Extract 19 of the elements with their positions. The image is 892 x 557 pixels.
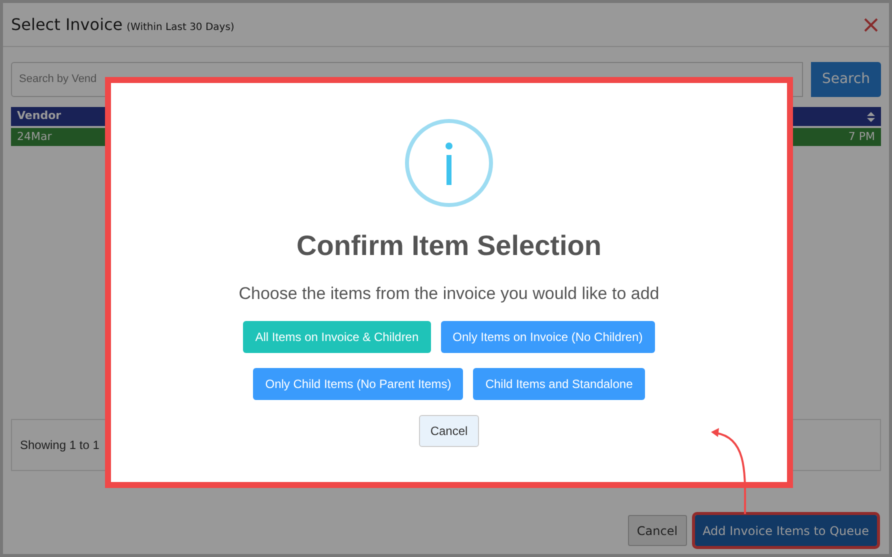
option-button[interactable]: Only Child Items (No Parent Items) xyxy=(253,368,464,400)
table-cell-text: 7 PM xyxy=(848,128,875,145)
sort-icon[interactable] xyxy=(867,112,875,122)
info-icon xyxy=(405,119,493,207)
column-header[interactable]: Vendor xyxy=(17,108,62,125)
option-button[interactable]: All Items on Invoice & Children xyxy=(243,320,431,352)
cancel-button[interactable]: Cancel xyxy=(419,414,479,446)
dialog-subtitle: (Within Last 30 Days) xyxy=(126,20,234,34)
search-button[interactable]: Search xyxy=(811,62,881,97)
modal-message: Choose the items from the invoice you would like to add xyxy=(238,283,660,305)
close-icon[interactable] xyxy=(863,16,879,32)
table-cell-text: 24Mar xyxy=(17,128,52,145)
pagination-info: Showing 1 to 1 xyxy=(20,437,100,454)
add-to-queue-button[interactable]: Add Invoice Items to Queue xyxy=(694,515,877,546)
modal-title: Confirm Item Selection xyxy=(296,229,602,263)
cancel-button[interactable]: Cancel xyxy=(628,515,687,546)
option-button[interactable]: Child Items and Standalone xyxy=(473,368,645,400)
option-button[interactable]: Only Items on Invoice (No Children) xyxy=(440,320,655,352)
dialog-title: Select Invoice xyxy=(11,14,123,36)
